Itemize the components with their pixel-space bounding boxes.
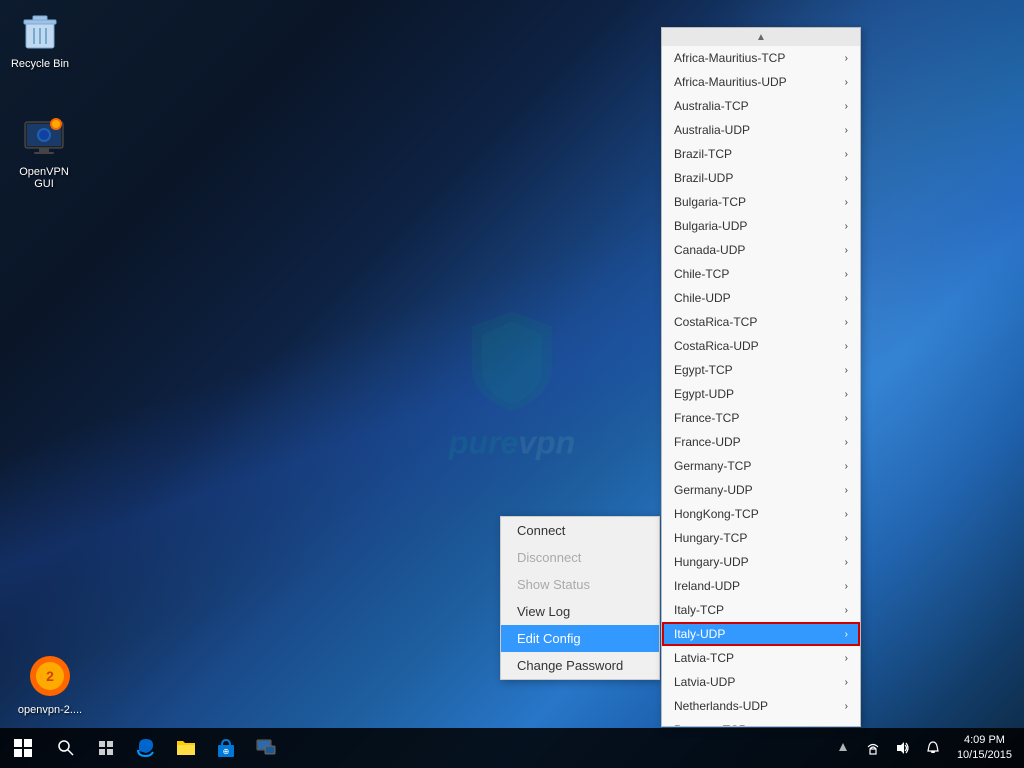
submenu-latvia-udp[interactable]: Latvia-UDP› <box>662 670 860 694</box>
submenu-brazil-tcp[interactable]: Brazil-TCP› <box>662 142 860 166</box>
recycle-bin-image <box>16 6 64 54</box>
edge-taskbar-icon[interactable] <box>126 728 166 768</box>
tray-volume-icon[interactable] <box>889 728 917 768</box>
openvpn-gui-label: OpenVPN GUI <box>8 166 80 190</box>
search-button[interactable] <box>46 728 86 768</box>
remote-desktop-taskbar-icon[interactable] <box>246 728 286 768</box>
show-status-menu-item: Show Status <box>501 571 659 598</box>
submenu-hungary-tcp[interactable]: Hungary-TCP› <box>662 526 860 550</box>
submenu-costarica-tcp[interactable]: CostaRica-TCP› <box>662 310 860 334</box>
submenu-germany-udp[interactable]: Germany-UDP› <box>662 478 860 502</box>
taskbar-tray: 4:09 PM 10/15/2015 <box>829 728 1024 768</box>
submenu-list: Africa-Mauritius-TCP› Africa-Mauritius-U… <box>662 46 860 727</box>
submenu-egypt-tcp[interactable]: Egypt-TCP› <box>662 358 860 382</box>
volume-icon <box>896 741 910 755</box>
submenu-italy-udp[interactable]: Italy-UDP› <box>662 622 860 646</box>
submenu-hongkong-tcp[interactable]: HongKong-TCP› <box>662 502 860 526</box>
search-icon <box>58 740 74 756</box>
tray-network-icon[interactable] <box>859 728 887 768</box>
task-view-button[interactable] <box>86 728 126 768</box>
store-icon: ⊕ <box>215 737 237 759</box>
windows-icon <box>14 739 32 757</box>
submenu-brazil-udp[interactable]: Brazil-UDP› <box>662 166 860 190</box>
submenu-scroll-up[interactable]: ▲ <box>662 28 860 46</box>
submenu-france-tcp[interactable]: France-TCP› <box>662 406 860 430</box>
task-view-icon <box>98 740 114 756</box>
remote-icon <box>255 737 277 759</box>
submenu-costarica-udp[interactable]: CostaRica-UDP› <box>662 334 860 358</box>
store-taskbar-icon[interactable]: ⊕ <box>206 728 246 768</box>
tray-chevron[interactable] <box>829 728 857 768</box>
submenu-italy-tcp[interactable]: Italy-TCP› <box>662 598 860 622</box>
desktop: Recycle Bin OpenVPN GUI <box>0 0 1024 768</box>
submenu-chile-tcp[interactable]: Chile-TCP› <box>662 262 860 286</box>
svg-text:⊕: ⊕ <box>223 747 230 756</box>
openvpn-2-icon[interactable]: 2 openvpn-2.... <box>10 648 90 720</box>
chevron-up-icon <box>838 741 848 755</box>
purevpn-watermark: purevpn <box>449 307 575 462</box>
edit-config-menu-item[interactable]: Edit Config <box>501 625 659 652</box>
taskbar-pinned-apps: ⊕ <box>126 728 286 768</box>
submenu-france-udp[interactable]: France-UDP› <box>662 430 860 454</box>
svg-text:2: 2 <box>46 668 54 684</box>
submenu-bulgaria-udp[interactable]: Bulgaria-UDP› <box>662 214 860 238</box>
file-explorer-taskbar-icon[interactable] <box>166 728 206 768</box>
clock-time: 4:09 PM <box>964 733 1005 748</box>
submenu-africa-mauritius-tcp[interactable]: Africa-Mauritius-TCP› <box>662 46 860 70</box>
context-menu: Connect Disconnect Show Status View Log … <box>500 516 660 680</box>
submenu-australia-udp[interactable]: Australia-UDP› <box>662 118 860 142</box>
change-password-menu-item[interactable]: Change Password <box>501 652 659 679</box>
submenu-canada-udp[interactable]: Canada-UDP› <box>662 238 860 262</box>
submenu-australia-tcp[interactable]: Australia-TCP› <box>662 94 860 118</box>
submenu-netherlands-udp[interactable]: Netherlands-UDP› <box>662 694 860 718</box>
taskbar-clock[interactable]: 4:09 PM 10/15/2015 <box>949 733 1020 764</box>
notification-icon <box>926 741 940 755</box>
submenu-panel: ▲ Africa-Mauritius-TCP› Africa-Mauritius… <box>661 27 861 727</box>
purevpn-text: purevpn <box>449 425 575 462</box>
tray-notification-icon[interactable] <box>919 728 947 768</box>
folder-icon <box>175 737 197 759</box>
submenu-ireland-udp[interactable]: Ireland-UDP› <box>662 574 860 598</box>
submenu-hungary-udp[interactable]: Hungary-UDP› <box>662 550 860 574</box>
openvpn-2-image: 2 <box>26 652 74 700</box>
disconnect-menu-item: Disconnect <box>501 544 659 571</box>
openvpn-gui-icon[interactable]: OpenVPN GUI <box>4 110 84 194</box>
recycle-bin-icon[interactable]: Recycle Bin <box>0 2 80 74</box>
view-log-menu-item[interactable]: View Log <box>501 598 659 625</box>
connect-menu-item[interactable]: Connect <box>501 517 659 544</box>
network-icon <box>866 741 880 755</box>
taskbar: ⊕ <box>0 728 1024 768</box>
submenu-panama-tcp[interactable]: Panama-TCP› <box>662 718 860 727</box>
submenu-germany-tcp[interactable]: Germany-TCP› <box>662 454 860 478</box>
submenu-bulgaria-tcp[interactable]: Bulgaria-TCP› <box>662 190 860 214</box>
edge-icon <box>135 737 157 759</box>
submenu-latvia-tcp[interactable]: Latvia-TCP› <box>662 646 860 670</box>
recycle-bin-label: Recycle Bin <box>11 58 69 70</box>
submenu-africa-mauritius-udp[interactable]: Africa-Mauritius-UDP› <box>662 70 860 94</box>
openvpn-gui-image <box>20 114 68 162</box>
openvpn-2-label: openvpn-2.... <box>18 704 82 716</box>
submenu-chile-udp[interactable]: Chile-UDP› <box>662 286 860 310</box>
submenu-egypt-udp[interactable]: Egypt-UDP› <box>662 382 860 406</box>
clock-date: 10/15/2015 <box>957 748 1012 763</box>
start-button[interactable] <box>0 728 46 768</box>
